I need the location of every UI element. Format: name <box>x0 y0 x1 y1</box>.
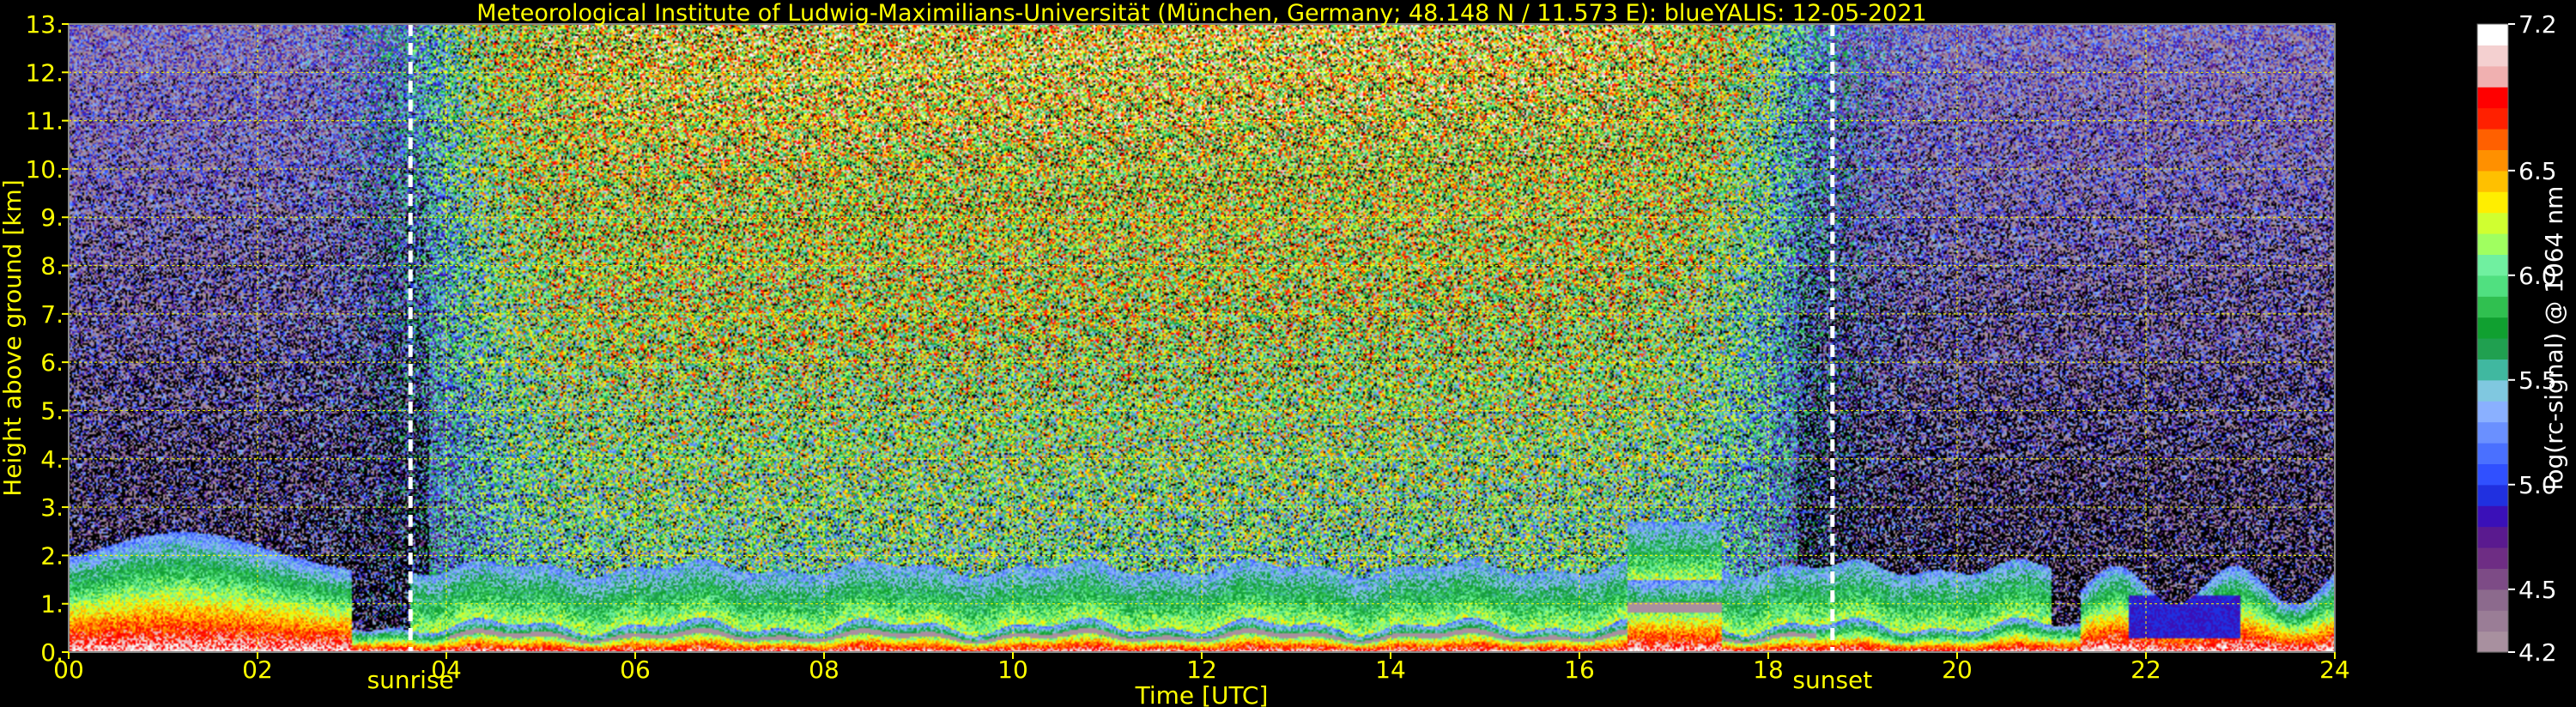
colorbar-segment <box>2477 547 2508 569</box>
y-tick-label: 6. <box>40 348 64 377</box>
y-tick-label: 11. <box>25 107 64 136</box>
y-tick-label: 2. <box>40 541 64 570</box>
colorbar-segment <box>2477 65 2508 88</box>
y-tick-label: 10. <box>25 155 64 184</box>
colorbar-segment <box>2477 87 2508 109</box>
y-tick-label: 13. <box>25 10 64 39</box>
y-tick-label: 1. <box>40 590 64 619</box>
y-tick-label: 12. <box>25 58 64 87</box>
chart-title: Meteorological Institute of Ludwig-Maxim… <box>476 0 1926 27</box>
colorbar-tick-label: 4.2 <box>2518 638 2557 667</box>
x-axis-label: Time [UTC] <box>1135 681 1269 707</box>
colorbar-segment <box>2477 526 2508 548</box>
colorbar-segment <box>2477 191 2508 214</box>
colorbar-label: log(rc-signal) @ 1064 nm <box>2540 186 2568 491</box>
colorbar-segment <box>2477 443 2508 464</box>
colorbar-segment <box>2477 568 2508 590</box>
colorbar-segment <box>2477 421 2508 444</box>
y-tick-label: 5. <box>40 396 64 425</box>
colorbar-segment <box>2477 296 2508 318</box>
y-tick-label: 3. <box>40 493 64 522</box>
colorbar-segment <box>2477 401 2508 423</box>
colorbar-segment <box>2477 338 2508 360</box>
colorbar-segment <box>2477 631 2508 653</box>
colorbar-tick-label: 6.5 <box>2518 157 2557 185</box>
x-tick-label: 12 <box>1186 656 1217 684</box>
y-tick-label: 9. <box>40 203 64 232</box>
y-tick-label: 4. <box>40 445 64 474</box>
annotation-label: sunset <box>1792 666 1872 694</box>
colorbar-tick-label: 4.5 <box>2518 576 2557 604</box>
x-tick-label: 16 <box>1564 656 1595 684</box>
colorbar-segment <box>2477 212 2508 234</box>
colorbar-tick-label: 7.2 <box>2518 10 2557 39</box>
annotation-label: sunrise <box>367 666 454 694</box>
colorbar-segment <box>2477 170 2508 192</box>
x-tick-label: 06 <box>620 656 651 684</box>
x-tick-label: 14 <box>1375 656 1406 684</box>
colorbar-segment <box>2477 505 2508 528</box>
colorbar-segment <box>2477 610 2508 632</box>
x-tick-label: 08 <box>809 656 839 684</box>
colorbar-segment <box>2477 484 2508 506</box>
colorbar-segment <box>2477 107 2508 130</box>
colorbar-segment <box>2477 589 2508 611</box>
colorbar-segment <box>2477 463 2508 486</box>
colorbar-segment <box>2477 233 2508 255</box>
y-axis-label: Height above ground [km] <box>0 179 27 497</box>
colorbar-segment <box>2477 149 2508 172</box>
y-tick-label: 0. <box>40 638 64 667</box>
colorbar-segment <box>2477 45 2508 67</box>
colorbar-segment <box>2477 379 2508 402</box>
y-tick-label: 7. <box>40 300 64 329</box>
x-tick-label: 02 <box>242 656 273 684</box>
x-tick-label: 10 <box>997 656 1028 684</box>
colorbar-segment <box>2477 24 2508 45</box>
colorbar-segment <box>2477 317 2508 339</box>
x-tick-label: 22 <box>2131 656 2161 684</box>
colorbar-segment <box>2477 129 2508 150</box>
lidar-chart: 00 02 04 06 08 10 12 14 16 18 20 22 24 0.1.2.3.4.5.6… <box>0 0 2576 707</box>
y-tick-label: 8. <box>40 252 64 281</box>
x-tick-label: 18 <box>1753 656 1784 684</box>
colorbar-segment <box>2477 275 2508 297</box>
x-tick-label: 20 <box>1942 656 1973 684</box>
x-tick-label: 24 <box>2319 656 2350 684</box>
colorbar-segment <box>2477 359 2508 381</box>
colorbar-segment <box>2477 254 2508 276</box>
